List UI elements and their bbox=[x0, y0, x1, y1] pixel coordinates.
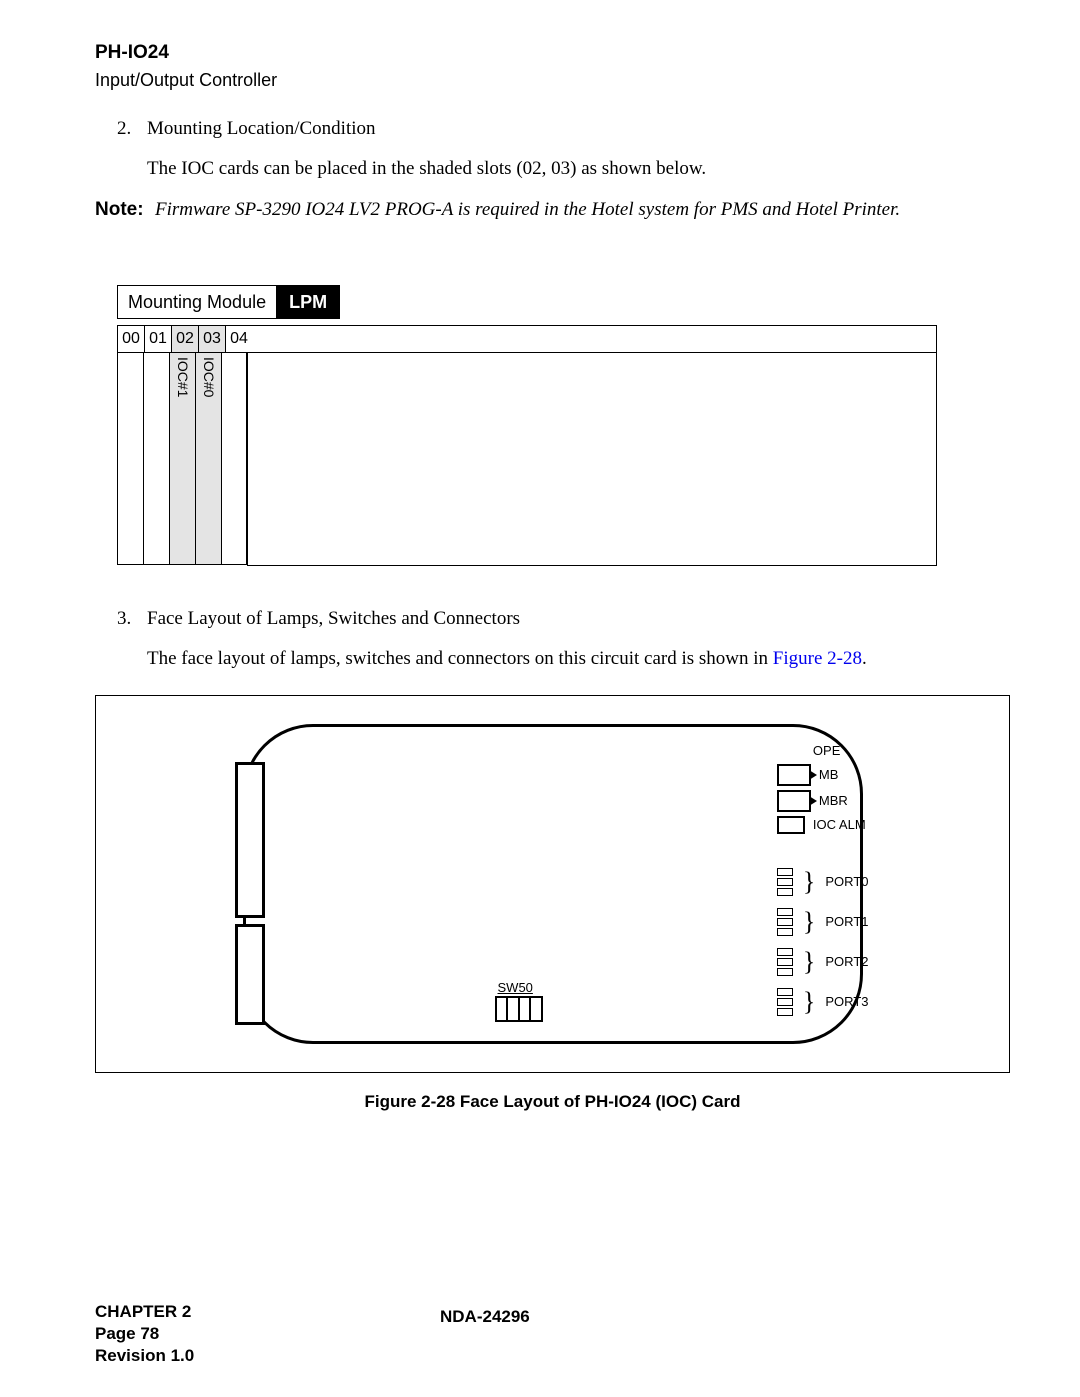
iocalm-lamp-icon bbox=[777, 816, 805, 834]
slot-03: 03 bbox=[198, 325, 225, 353]
iocalm-label: IOC ALM bbox=[813, 816, 866, 834]
slot-01: 01 bbox=[144, 325, 171, 353]
figure-2-28-link[interactable]: Figure 2-28 bbox=[773, 648, 862, 669]
port2-label: PORT2 bbox=[825, 953, 868, 971]
figure-caption: Figure 2-28 Face Layout of PH-IO24 (IOC)… bbox=[95, 1091, 1010, 1114]
port3-leds-icon bbox=[777, 988, 793, 1016]
mbr-switch-icon bbox=[777, 790, 811, 812]
slot-00: 00 bbox=[117, 325, 144, 353]
edge-connector-bottom bbox=[235, 924, 265, 1025]
footer-revision: Revision 1.0 bbox=[95, 1345, 194, 1367]
mounting-module-diagram: Mounting Module LPM 00 01 02 03 04 IOC#1… bbox=[117, 285, 1010, 566]
port1-leds-icon bbox=[777, 908, 793, 936]
ioc0-label: IOC#0 bbox=[199, 357, 218, 397]
section-3-body: The face layout of lamps, switches and c… bbox=[147, 646, 1010, 672]
section-2-number: 2. bbox=[117, 116, 147, 142]
slot-body-00 bbox=[117, 353, 143, 565]
mounting-module-label: Mounting Module bbox=[117, 285, 277, 319]
slot-body-03: IOC#0 bbox=[195, 353, 221, 565]
port3-label: PORT3 bbox=[825, 993, 868, 1011]
port0-leds-icon bbox=[777, 868, 793, 896]
figure-box: SW50 OPE MB MBR IOC ALM }PORT0 }PORT1 }P… bbox=[95, 695, 1010, 1073]
header-code: PH-IO24 bbox=[95, 40, 1010, 66]
ope-label: OPE bbox=[813, 742, 840, 760]
mb-switch-icon bbox=[777, 764, 811, 786]
section-2-body: The IOC cards can be placed in the shade… bbox=[147, 156, 1010, 182]
mb-label: MB bbox=[819, 766, 839, 784]
slot-body-02: IOC#1 bbox=[169, 353, 195, 565]
mbr-label: MBR bbox=[819, 792, 848, 810]
edge-connector-top bbox=[235, 762, 265, 918]
port1-label: PORT1 bbox=[825, 913, 868, 931]
section-3-title: Face Layout of Lamps, Switches and Conne… bbox=[147, 606, 520, 632]
sw50-label: SW50 bbox=[498, 979, 533, 997]
note-text: Firmware SP-3290 IO24 LV2 PROG-A is requ… bbox=[155, 197, 900, 223]
footer-chapter: CHAPTER 2 bbox=[95, 1301, 194, 1323]
card-diagram: SW50 OPE MB MBR IOC ALM }PORT0 }PORT1 }P… bbox=[243, 724, 863, 1044]
sw50-switch bbox=[495, 996, 543, 1022]
slot-02: 02 bbox=[171, 325, 198, 353]
port0-label: PORT0 bbox=[825, 873, 868, 891]
footer-doc: NDA-24296 bbox=[440, 1306, 530, 1329]
note-label: Note: bbox=[95, 197, 155, 223]
section-3-number: 3. bbox=[117, 606, 147, 632]
slot-body-01 bbox=[143, 353, 169, 565]
section-2-title: Mounting Location/Condition bbox=[147, 116, 376, 142]
slot-body-04 bbox=[221, 353, 247, 565]
slot-04: 04 bbox=[225, 325, 252, 353]
port2-leds-icon bbox=[777, 948, 793, 976]
ioc1-label: IOC#1 bbox=[173, 357, 192, 397]
lpm-label: LPM bbox=[277, 285, 340, 319]
footer-page: Page 78 bbox=[95, 1323, 194, 1345]
header-subtitle: Input/Output Controller bbox=[95, 68, 1010, 92]
